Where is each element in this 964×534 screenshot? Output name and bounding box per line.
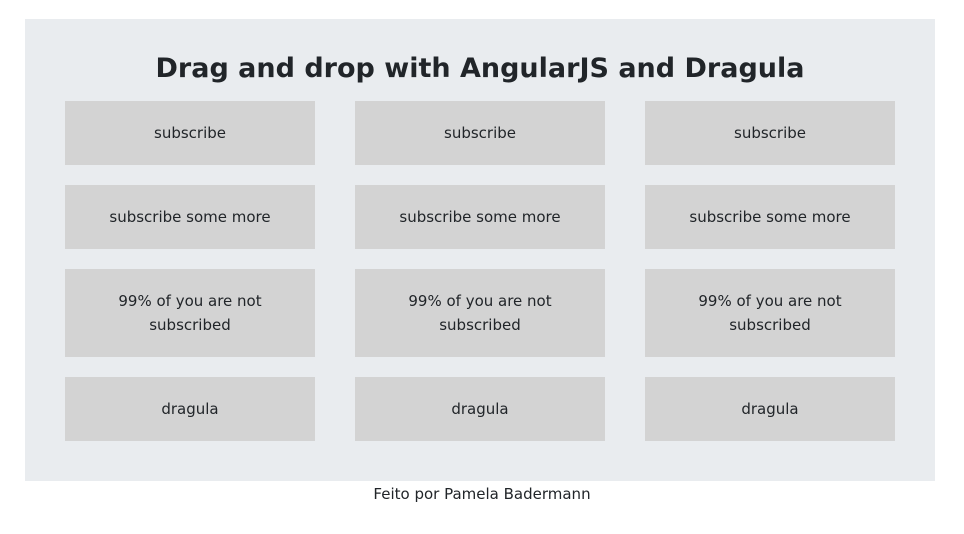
drag-column-3: subscribe subscribe some more 99% of you… <box>645 101 895 461</box>
draggable-card-dragula[interactable]: dragula <box>355 377 605 441</box>
drag-columns: subscribe subscribe some more 99% of you… <box>65 101 895 461</box>
footer-credit: Feito por Pamela Badermann <box>373 485 591 503</box>
draggable-card-subscribe[interactable]: subscribe <box>355 101 605 165</box>
main-container: Drag and drop with AngularJS and Dragula… <box>25 19 935 481</box>
draggable-card-not-subscribed[interactable]: 99% of you are not subscribed <box>645 269 895 357</box>
draggable-card-subscribe[interactable]: subscribe <box>645 101 895 165</box>
drag-column-1: subscribe subscribe some more 99% of you… <box>65 101 315 461</box>
draggable-card-dragula[interactable]: dragula <box>645 377 895 441</box>
draggable-card-dragula[interactable]: dragula <box>65 377 315 441</box>
draggable-card-subscribe-more[interactable]: subscribe some more <box>355 185 605 249</box>
page-title: Drag and drop with AngularJS and Dragula <box>155 53 805 84</box>
draggable-card-not-subscribed[interactable]: 99% of you are not subscribed <box>65 269 315 357</box>
drag-column-2: subscribe subscribe some more 99% of you… <box>355 101 605 461</box>
draggable-card-not-subscribed[interactable]: 99% of you are not subscribed <box>355 269 605 357</box>
draggable-card-subscribe-more[interactable]: subscribe some more <box>65 185 315 249</box>
draggable-card-subscribe[interactable]: subscribe <box>65 101 315 165</box>
draggable-card-subscribe-more[interactable]: subscribe some more <box>645 185 895 249</box>
